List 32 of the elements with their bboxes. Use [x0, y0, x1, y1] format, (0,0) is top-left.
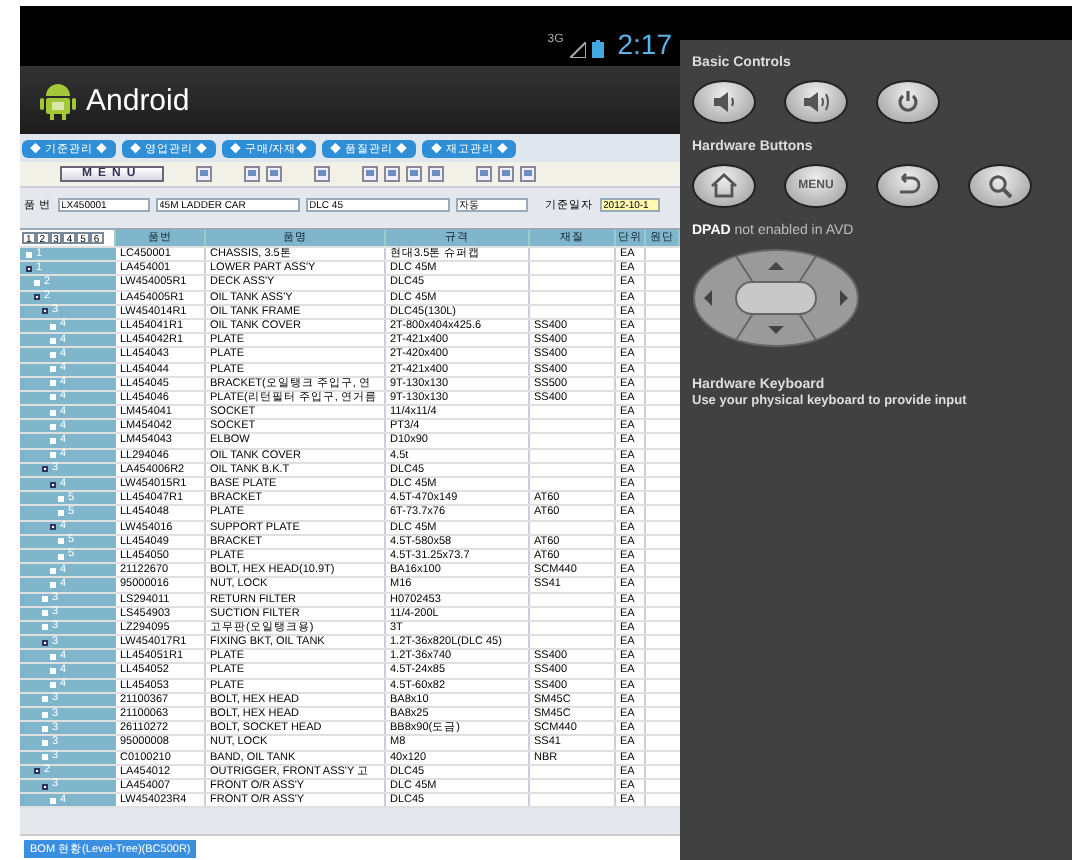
- collapse-toggle[interactable]: [42, 783, 48, 790]
- toolbar-icon[interactable]: [313, 166, 330, 182]
- home-icon: [710, 172, 738, 200]
- tree-node-marker: [42, 739, 48, 746]
- collapse-toggle[interactable]: [50, 481, 56, 488]
- hardware-button[interactable]: [876, 80, 940, 124]
- tree-node-marker: [50, 668, 56, 675]
- signal-icon: [569, 42, 586, 58]
- toolbar-icon[interactable]: [195, 166, 212, 182]
- search-icon: [986, 172, 1014, 200]
- power-icon: [894, 88, 922, 116]
- android-robot-icon: [40, 80, 76, 120]
- battery-icon: [591, 40, 604, 58]
- hardware-button[interactable]: [784, 80, 848, 124]
- collapse-toggle[interactable]: [42, 639, 48, 646]
- hardware-button[interactable]: [968, 164, 1032, 208]
- hardware-button[interactable]: [692, 164, 756, 208]
- clock: 2:17: [617, 30, 672, 58]
- hardware-button[interactable]: [876, 164, 940, 208]
- tree-node-marker: [50, 438, 56, 445]
- app-title: Android: [86, 83, 190, 117]
- tree-node-marker: [50, 581, 56, 588]
- collapse-toggle[interactable]: [26, 265, 32, 272]
- volume-up-icon: [802, 88, 830, 116]
- tree-node-marker: [58, 509, 64, 516]
- volume-down-icon: [710, 88, 738, 116]
- tree-node-marker: [34, 279, 40, 286]
- hardware-button[interactable]: [692, 80, 756, 124]
- tree-node-marker: [50, 351, 56, 358]
- collapse-toggle[interactable]: [50, 524, 56, 531]
- collapse-toggle[interactable]: [34, 768, 40, 775]
- collapse-toggle[interactable]: [42, 466, 48, 473]
